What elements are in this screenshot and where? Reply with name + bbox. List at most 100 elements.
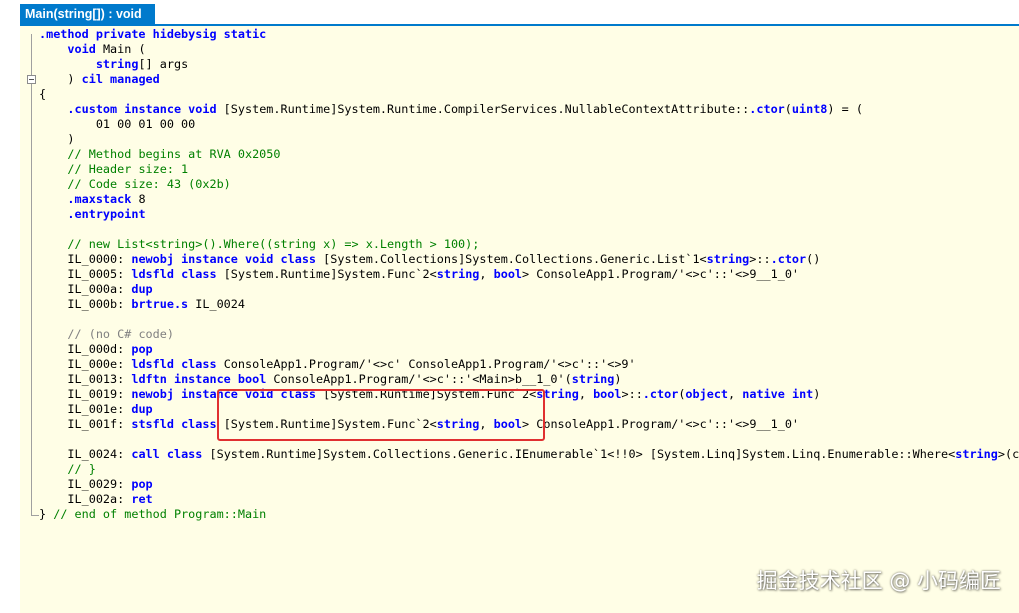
keyword-token: object [685, 387, 729, 401]
keyword-token: .ctor [749, 102, 785, 116]
keyword-token: stsfld [131, 417, 174, 431]
code-line: IL_000b: brtrue.s IL_0024 [39, 297, 1019, 312]
fold-guide-line [31, 34, 32, 75]
code-line: IL_0029: pop [39, 477, 1019, 492]
text-token: IL_0013: [39, 372, 132, 386]
keyword-token: string [571, 372, 615, 386]
text-token: ) [39, 132, 75, 146]
keyword-token: .ctor [770, 252, 807, 266]
code-line: void Main ( [39, 42, 1019, 57]
text-token: > ConsoleApp1.Program/'<>c'::'<>9__1_0' [522, 267, 800, 281]
comment-token: // Method begins at RVA 0x2050 [67, 147, 281, 161]
text-token: 01 00 01 00 00 [39, 117, 196, 131]
comment-token: // Header size: 1 [67, 162, 189, 176]
code-line: // Header size: 1 [39, 162, 1019, 177]
text-token: ) [39, 72, 82, 86]
code-line: string[] args [39, 57, 1019, 72]
text-token: [System.Runtime]System.Collections.Gener… [202, 447, 956, 461]
keyword-token: .maxstack [67, 192, 132, 206]
keyword-token: dup [131, 282, 153, 296]
keyword-token: newobj [131, 387, 174, 401]
text-token: IL_0000: [39, 252, 132, 266]
text-token: 8 [131, 192, 146, 206]
code-line: ) [39, 132, 1019, 147]
tab-main-method[interactable]: Main(string[]) : void [20, 4, 155, 24]
keyword-token: .custom instance void [67, 102, 217, 116]
keyword-token: ldsfld [131, 267, 174, 281]
text-token: IL_0029: [39, 477, 132, 491]
keyword-token: cil managed [81, 72, 160, 86]
keyword-token: class [181, 357, 217, 371]
watermark: 掘金技术社区 @ 小码编匠 [756, 569, 1001, 593]
keyword-token: pop [131, 342, 153, 356]
comment-token: // new List<string>().Where((string x) =… [67, 237, 480, 251]
text-token: IL_0024: [39, 447, 132, 461]
text-token: [System.Collections]System.Collections.G… [316, 252, 707, 266]
keyword-token: uint8 [791, 102, 828, 116]
text-token: ) = ( [827, 102, 863, 116]
code-line: IL_0024: call class [System.Runtime]Syst… [39, 447, 1019, 462]
keyword-token: instance bool [173, 372, 267, 386]
text-token: [System.Runtime]System.Runtime.CompilerS… [216, 102, 750, 116]
code-line: // Code size: 43 (0x2b) [39, 177, 1019, 192]
text-token: ( [784, 102, 792, 116]
text-token: [] args [138, 57, 189, 71]
code-lines: .method private hidebysig static void Ma… [39, 27, 1019, 522]
text-token: , [479, 267, 494, 281]
text-token: IL_001e: [39, 402, 132, 416]
text-token: IL_000b: [39, 297, 132, 311]
text-token: IL_002a: [39, 492, 132, 506]
keyword-token: bool [593, 387, 622, 401]
code-line: // new List<string>().Where((string x) =… [39, 237, 1019, 252]
keyword-token: .entrypoint [67, 207, 146, 221]
keyword-token: pop [131, 477, 153, 491]
text-token: [System.Runtime]System.Func`2< [216, 267, 437, 281]
text-token: ) [614, 372, 622, 386]
text-token: IL_000a: [39, 282, 132, 296]
code-line: ) cil managed [39, 72, 1019, 87]
text-token: > ConsoleApp1.Program/'<>c'::'<>9__1_0' [522, 417, 800, 431]
text-token: >:: [621, 387, 643, 401]
code-line: IL_0005: ldsfld class [System.Runtime]Sy… [39, 267, 1019, 282]
text-token: IL_0024 [188, 297, 245, 311]
comment-token: // (no C# code) [67, 327, 174, 341]
il-code-editor[interactable]: .method private hidebysig static void Ma… [20, 26, 1019, 613]
keyword-token: string [95, 57, 139, 71]
keyword-token: ret [131, 492, 153, 506]
keyword-token: string [955, 447, 998, 461]
keyword-token: ldsfld [131, 357, 174, 371]
code-line: // Method begins at RVA 0x2050 [39, 147, 1019, 162]
keyword-token: class [181, 267, 217, 281]
text-token: IL_000d: [39, 342, 132, 356]
text-token: IL_001f: [39, 417, 132, 431]
text-token: ) [813, 387, 821, 401]
code-line: } // end of method Program::Main [39, 507, 1019, 522]
code-line: // (no C# code) [39, 327, 1019, 342]
keyword-token: string [706, 252, 750, 266]
code-line: IL_000a: dup [39, 282, 1019, 297]
collapse-icon[interactable] [27, 75, 36, 84]
code-line: .method private hidebysig static [39, 27, 1019, 42]
text-token: () [806, 252, 821, 266]
code-line: .custom instance void [System.Runtime]Sy… [39, 102, 1019, 117]
comment-token: // } [67, 462, 96, 476]
code-line: { [39, 87, 1019, 102]
code-line: IL_002a: ret [39, 492, 1019, 507]
keyword-token: bool [493, 267, 523, 281]
text-token: IL_0019: [39, 387, 132, 401]
